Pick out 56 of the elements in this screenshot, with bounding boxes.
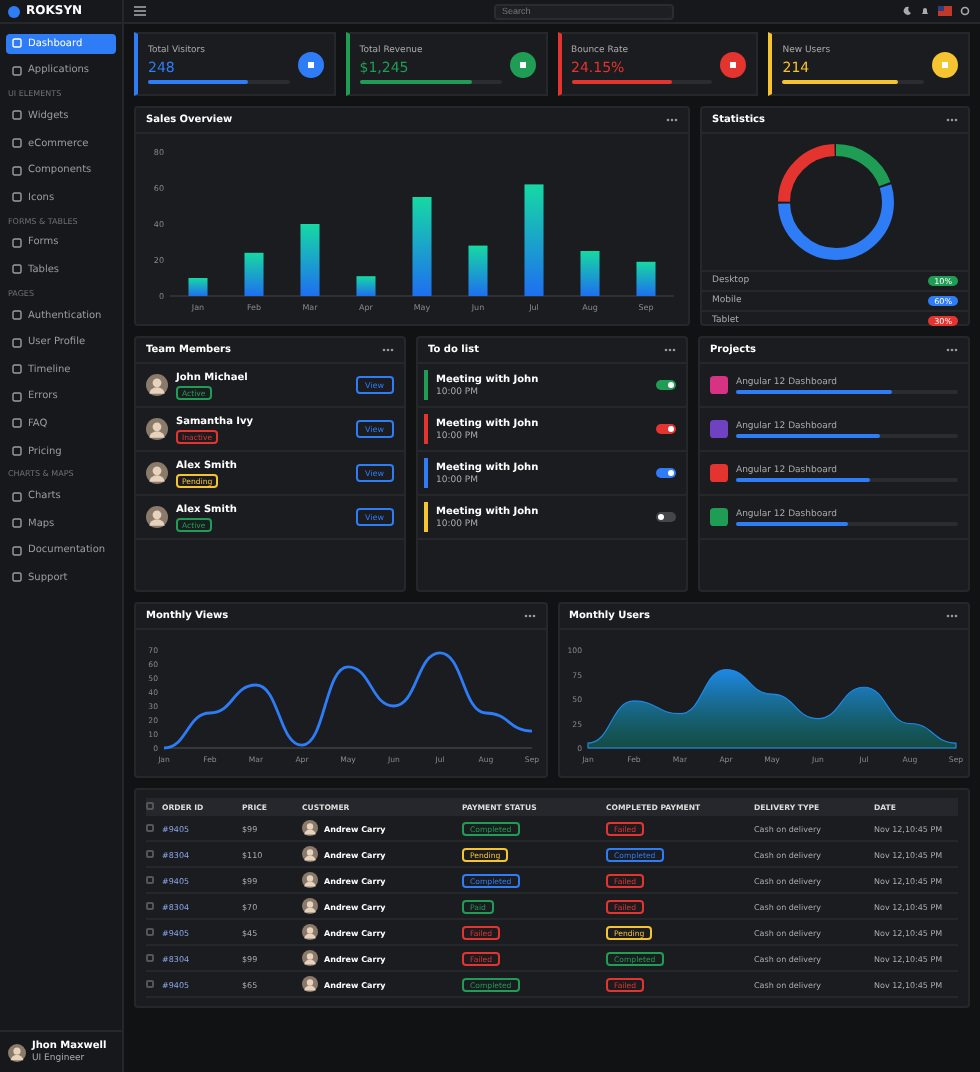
square-icon xyxy=(12,310,22,321)
bar xyxy=(188,277,208,295)
logo-icon xyxy=(8,5,20,17)
square-icon xyxy=(12,65,22,76)
toggle-switch[interactable] xyxy=(656,512,676,522)
square-icon xyxy=(12,491,22,502)
avatar-icon xyxy=(302,898,318,914)
square-icon xyxy=(12,418,22,429)
square-icon xyxy=(12,545,22,556)
avatar-icon xyxy=(146,418,168,440)
avatar-icon xyxy=(302,872,318,888)
avatar-icon xyxy=(8,1043,26,1061)
checkbox[interactable] xyxy=(146,928,154,936)
square-icon xyxy=(12,237,22,248)
square-icon xyxy=(12,38,22,49)
square-icon xyxy=(12,110,22,121)
bar xyxy=(356,275,376,295)
square-icon xyxy=(12,192,22,203)
bar xyxy=(636,260,656,295)
toggle-switch[interactable] xyxy=(656,424,676,434)
checkbox[interactable] xyxy=(146,850,154,858)
checkbox[interactable] xyxy=(146,954,154,962)
moon-icon[interactable] xyxy=(902,6,912,16)
square-icon xyxy=(12,446,22,457)
avatar-icon xyxy=(302,950,318,966)
bar xyxy=(244,251,264,295)
checkbox[interactable] xyxy=(146,980,154,988)
square-icon xyxy=(12,518,22,529)
square-icon xyxy=(12,165,22,176)
checkbox[interactable] xyxy=(146,902,154,910)
bar xyxy=(412,196,432,295)
toggle-switch[interactable] xyxy=(656,380,676,390)
bar xyxy=(300,223,320,295)
settings-icon[interactable] xyxy=(960,6,970,16)
avatar-icon xyxy=(302,976,318,992)
square-icon xyxy=(12,364,22,375)
bar xyxy=(524,183,544,295)
toggle-switch[interactable] xyxy=(656,468,676,478)
bar xyxy=(580,250,600,295)
avatar-icon xyxy=(146,374,168,396)
bar xyxy=(468,244,488,295)
square-icon xyxy=(12,391,22,402)
square-icon xyxy=(12,264,22,275)
square-icon xyxy=(12,337,22,348)
checkbox[interactable] xyxy=(146,876,154,884)
checkbox[interactable] xyxy=(146,824,154,832)
avatar-icon xyxy=(146,506,168,528)
square-icon xyxy=(12,572,22,583)
avatar-icon xyxy=(146,462,168,484)
menu-icon[interactable] xyxy=(134,6,146,16)
avatar-icon xyxy=(302,924,318,940)
square-icon xyxy=(12,138,22,149)
avatar-icon xyxy=(302,846,318,862)
bell-icon[interactable] xyxy=(920,6,930,16)
checkbox[interactable] xyxy=(146,802,154,810)
avatar-icon xyxy=(302,820,318,836)
